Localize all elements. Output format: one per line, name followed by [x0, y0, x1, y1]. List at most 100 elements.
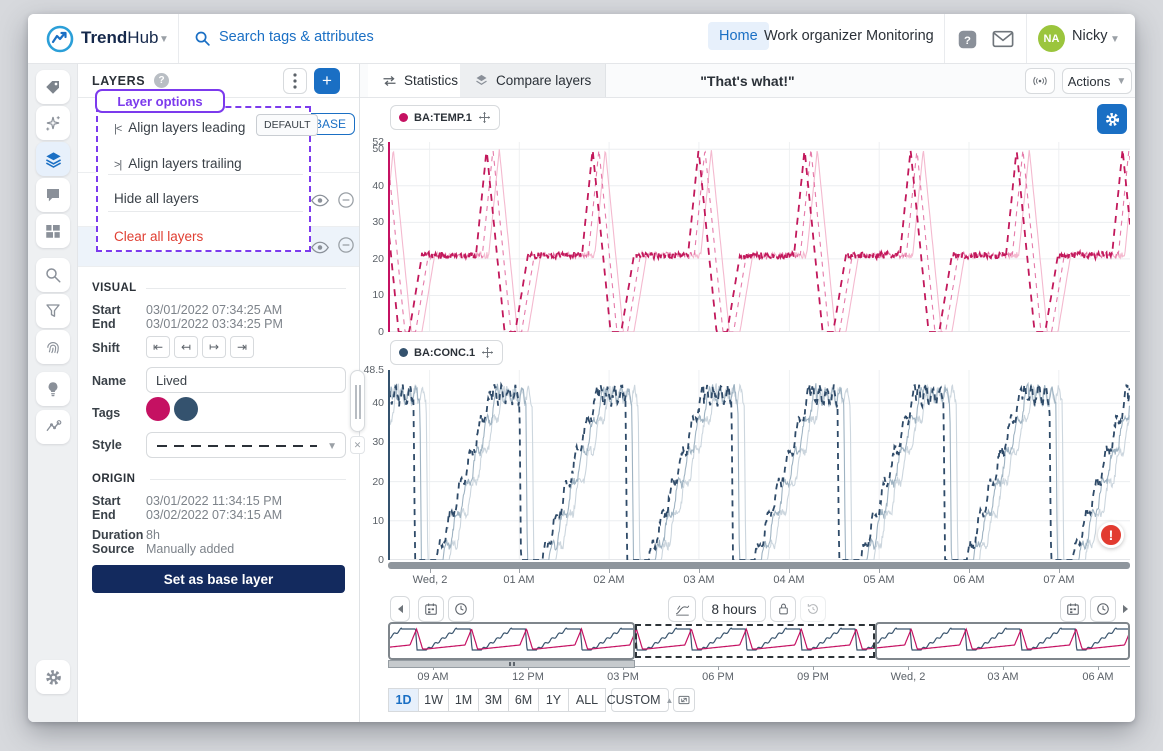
actions-button[interactable]: Actions▼	[1062, 68, 1132, 94]
sidebar-item-tags[interactable]	[36, 70, 70, 104]
range-button-all[interactable]: ALL	[568, 688, 606, 712]
layers-icon	[44, 150, 63, 169]
remove-layer-button[interactable]	[336, 190, 356, 210]
source-value: Manually added	[146, 542, 234, 556]
shift-far-left-button[interactable]: ⇤	[146, 336, 170, 358]
reset-time-button[interactable]	[800, 596, 826, 622]
range-button-3m[interactable]: 3M	[478, 688, 509, 712]
broadcast-button[interactable]	[1025, 68, 1055, 94]
broadcast-icon	[1032, 75, 1048, 87]
menu-item-align-leading[interactable]: |<Align layers leading DEFAULT	[114, 120, 325, 135]
sidebar-item-layers[interactable]	[36, 142, 70, 176]
duration-button[interactable]: 8 hours	[702, 596, 766, 622]
chart-settings-button[interactable]	[1097, 104, 1127, 134]
alert-badge[interactable]: !	[1098, 522, 1124, 548]
sidebar-item-graph[interactable]	[36, 410, 70, 444]
menu-item-clear-all[interactable]: Clear all layers	[114, 229, 325, 244]
end-calendar-button[interactable]	[1060, 596, 1086, 622]
custom-range-button[interactable]: CUSTOM▲	[611, 688, 669, 712]
pan-right-button[interactable]	[1118, 596, 1132, 622]
sidebar-item-fingerprint[interactable]	[36, 330, 70, 364]
conc-series-label: BA:CONC.1	[414, 347, 475, 359]
overview-tick-mark	[718, 666, 719, 670]
trend-style-button[interactable]	[668, 596, 696, 622]
header-divider	[178, 14, 179, 63]
statistics-button[interactable]: Statistics	[368, 64, 473, 97]
shift-left-button[interactable]: ↤	[174, 336, 198, 358]
clock-icon	[454, 602, 468, 616]
temp-chart-plot[interactable]	[388, 142, 1130, 332]
move-icon	[478, 111, 491, 124]
layers-help-icon[interactable]: ?	[154, 73, 169, 88]
selection-drag-bar[interactable]	[388, 660, 635, 668]
selection-region-middle[interactable]	[635, 624, 875, 658]
lock-duration-button[interactable]	[770, 596, 796, 622]
range-button-1y[interactable]: 1Y	[538, 688, 569, 712]
remove-layer-button-selected[interactable]	[336, 235, 356, 255]
calendar-icon	[1066, 602, 1080, 616]
user-name[interactable]: Nicky	[1072, 28, 1107, 44]
menu-item-hide-all[interactable]: Hide all layers	[114, 191, 325, 206]
range-button-1m[interactable]: 1M	[448, 688, 479, 712]
set-base-layer-button[interactable]: Set as base layer	[92, 565, 345, 593]
panel-resize-handle[interactable]	[350, 370, 365, 432]
icon-rail	[28, 64, 78, 722]
series-chip-temp[interactable]: BA:TEMP.1	[390, 105, 500, 130]
nav-item-work-organizer[interactable]: Work organizer	[764, 28, 862, 44]
menu-divider-2	[108, 211, 303, 212]
sidebar-item-ideas[interactable]	[36, 372, 70, 406]
graph-nodes-icon	[44, 418, 62, 436]
sidebar-item-auto-magic[interactable]	[36, 106, 70, 140]
section-divider-2	[150, 479, 346, 480]
tag-color-dot-2[interactable]	[174, 397, 198, 421]
range-button-1d[interactable]: 1D	[388, 688, 419, 712]
tag-color-dot-1[interactable]	[146, 397, 170, 421]
brand-logo-icon	[46, 25, 74, 53]
add-layer-button[interactable]: +	[314, 68, 340, 94]
mail-button[interactable]	[991, 27, 1015, 51]
name-input[interactable]	[146, 367, 346, 393]
sidebar-item-filter[interactable]	[36, 294, 70, 328]
left-arrow-icon	[397, 604, 404, 614]
help-icon: ?	[957, 29, 978, 50]
chart-scrollbar-thumb[interactable]	[388, 562, 1130, 569]
selection-region-left[interactable]	[388, 622, 635, 660]
header-divider-2	[944, 14, 945, 63]
search-input[interactable]	[219, 29, 499, 45]
header-divider-3	[1026, 14, 1027, 63]
nav-item-monitoring[interactable]: Monitoring	[866, 28, 934, 44]
conc-series-dot	[399, 348, 408, 357]
nav-item-home[interactable]: Home	[708, 22, 769, 50]
layer-options-button[interactable]	[283, 68, 307, 94]
sidebar-item-settings[interactable]	[36, 660, 70, 694]
conc-chart-plot[interactable]	[388, 370, 1130, 560]
sidebar-item-search[interactable]	[36, 258, 70, 292]
range-button-1w[interactable]: 1W	[418, 688, 449, 712]
x-tick-mark	[699, 569, 700, 573]
start-time-button[interactable]	[448, 596, 474, 622]
style-select[interactable]: ▼	[146, 432, 346, 458]
user-caret-icon[interactable]: ▼	[1110, 34, 1120, 45]
layer-options-menu: |<Align layers leading DEFAULT >|Align l…	[96, 106, 311, 252]
start-calendar-button[interactable]	[418, 596, 444, 622]
shift-far-right-button[interactable]: ⇥	[230, 336, 254, 358]
panel-collapse-button[interactable]: ✕	[350, 436, 365, 454]
range-button-6m[interactable]: 6M	[508, 688, 539, 712]
origin-start-label: Start	[92, 494, 120, 508]
selection-region-right[interactable]	[875, 622, 1130, 660]
brand-caret-icon[interactable]: ▼	[159, 34, 169, 45]
expand-range-button[interactable]	[673, 688, 695, 712]
expand-box-icon	[678, 695, 690, 705]
avatar[interactable]: NA	[1038, 25, 1065, 52]
help-button[interactable]: ?	[955, 27, 979, 51]
compare-layers-button[interactable]: Compare layers	[460, 64, 606, 97]
end-time-button[interactable]	[1090, 596, 1116, 622]
series-chip-conc[interactable]: BA:CONC.1	[390, 340, 503, 365]
clock-icon	[1096, 602, 1110, 616]
pan-left-button[interactable]	[390, 596, 410, 622]
shift-right-button[interactable]: ↦	[202, 336, 226, 358]
menu-item-align-trailing[interactable]: >|Align layers trailing	[114, 156, 325, 171]
sidebar-item-dashboard[interactable]	[36, 214, 70, 248]
sidebar-item-comments[interactable]	[36, 178, 70, 212]
overview-tick-label: 09 PM	[783, 671, 843, 683]
